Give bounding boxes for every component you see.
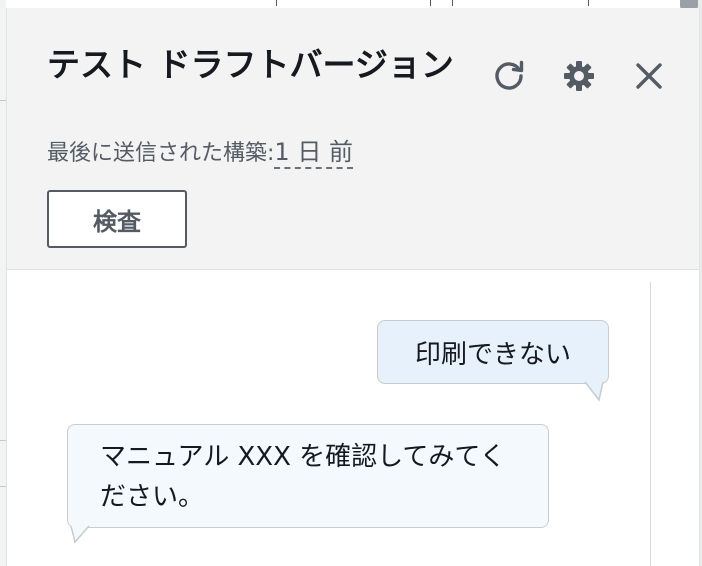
refresh-icon	[492, 59, 526, 93]
page: テスト ドラフトバージョン 最後に送信された構築:1 日 前 検査 印刷できない…	[0, 0, 702, 566]
bot-message-tail	[70, 524, 90, 544]
background-divider	[276, 0, 277, 6]
settings-button[interactable]	[557, 54, 601, 98]
panel-title: テスト ドラフトバージョン	[47, 45, 454, 84]
inspect-button[interactable]: 検査	[47, 190, 187, 248]
last-build-time[interactable]: 1 日 前	[274, 138, 353, 169]
gear-icon	[562, 59, 596, 93]
refresh-button[interactable]	[487, 54, 531, 98]
panel-header: テスト ドラフトバージョン 最後に送信された構築:1 日 前 検査	[7, 8, 699, 270]
last-build-info: 最後に送信された構築:1 日 前	[47, 132, 353, 169]
close-icon	[633, 60, 665, 92]
user-message: 印刷できない	[377, 320, 609, 384]
chat-scrollbar[interactable]	[650, 282, 651, 566]
bot-message-text: マニュアル XXX を確認してみてください。	[100, 442, 506, 512]
close-button[interactable]	[627, 54, 671, 98]
user-message-text: 印刷できない	[414, 339, 571, 370]
background-divider	[430, 0, 431, 6]
background-divider	[452, 0, 453, 6]
chat-area: 印刷できない マニュアル XXX を確認してみてください。	[7, 270, 699, 566]
test-panel: テスト ドラフトバージョン 最後に送信された構築:1 日 前 検査 印刷できない…	[6, 8, 700, 566]
user-message-tail	[584, 380, 604, 402]
background-divider	[588, 0, 589, 6]
last-build-label: 最後に送信された構築:	[47, 141, 275, 166]
bot-message: マニュアル XXX を確認してみてください。	[67, 424, 549, 528]
